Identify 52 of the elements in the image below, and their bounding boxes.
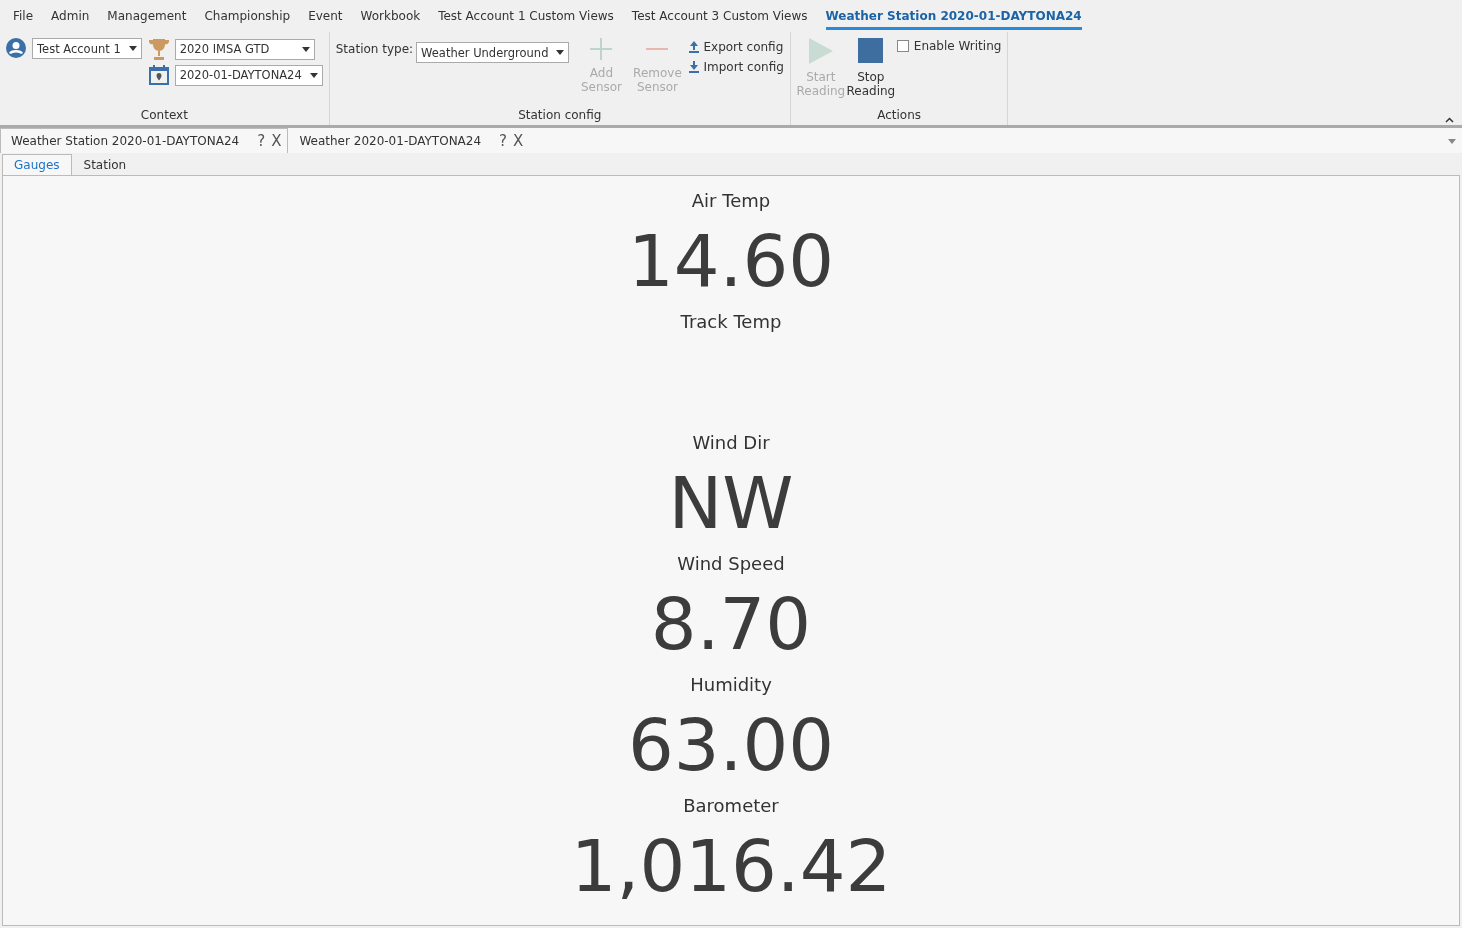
gauge-value: 63.00 <box>627 702 835 789</box>
dropdown-caret-icon[interactable] <box>1448 139 1456 144</box>
plus-icon <box>590 38 613 60</box>
document-tab[interactable]: Weather 2020-01-DAYTONA24 ? X <box>288 128 531 153</box>
menu-tab[interactable]: Championship <box>204 5 291 30</box>
calendar-location-icon <box>147 64 170 86</box>
menu-tab[interactable]: Management <box>107 5 187 30</box>
field-label: Station type: <box>335 42 414 56</box>
menu-tab[interactable]: Admin <box>51 5 90 30</box>
stop-reading-button[interactable]: Stop Reading <box>846 38 895 108</box>
menu-tab[interactable]: Event <box>308 5 343 30</box>
menu-tab[interactable]: Workbook <box>360 5 421 30</box>
gauge-value: NW <box>668 460 794 547</box>
close-button[interactable]: X <box>513 132 524 150</box>
download-icon <box>689 61 700 73</box>
gauge-value: 1,016.42 <box>570 823 892 910</box>
menu-tab[interactable]: File <box>13 5 34 30</box>
menu-tab[interactable]: Test Account 3 Custom Views <box>631 5 808 30</box>
close-button[interactable]: X <box>271 132 282 150</box>
gauge-label: Wind Speed <box>677 552 785 576</box>
import-config-button[interactable]: Import config <box>689 58 784 76</box>
menu-tab[interactable]: Weather Station 2020-01-DAYTONA24 <box>825 5 1082 30</box>
group-label: Actions <box>876 108 922 124</box>
group-label: Station config <box>517 108 603 124</box>
export-config-button[interactable]: Export config <box>689 38 784 56</box>
checkbox-box[interactable] <box>896 40 909 52</box>
gauge-label: Barometer <box>683 794 779 818</box>
account-dropdown[interactable]: Test Account 1 <box>32 38 142 59</box>
play-icon <box>808 38 833 64</box>
help-button[interactable]: ? <box>257 132 266 150</box>
view-tab[interactable]: Gauges <box>2 154 72 175</box>
trophy-icon <box>147 38 170 60</box>
event-dropdown[interactable]: 2020-01-DAYTONA24 <box>174 64 323 86</box>
gauge-value: 8.70 <box>650 581 812 668</box>
gauge-label: Humidity <box>690 673 772 697</box>
document-tab[interactable]: Weather Station 2020-01-DAYTONA24 ? X <box>0 128 289 153</box>
gauge-label: Track Temp <box>680 310 782 334</box>
enable-writing-checkbox[interactable]: Enable Writing <box>896 38 1002 54</box>
user-icon <box>6 38 26 58</box>
menu-tab[interactable]: Test Account 1 Custom Views <box>438 5 614 30</box>
minus-icon <box>646 48 669 50</box>
upload-icon <box>689 41 700 53</box>
help-button[interactable]: ? <box>499 132 508 150</box>
stop-icon <box>858 38 884 63</box>
view-tab[interactable]: Station <box>71 154 139 175</box>
station-type-dropdown[interactable]: Weather Underground <box>416 42 570 63</box>
gauge-label: Wind Dir <box>692 431 770 455</box>
gauge-value: 14.60 <box>627 218 835 305</box>
collapse-ribbon-icon[interactable] <box>1445 117 1454 123</box>
group-label: Context <box>139 108 189 124</box>
gauge-label: Air Temp <box>691 189 771 213</box>
championship-dropdown[interactable]: 2020 IMSA GTD <box>174 38 315 60</box>
